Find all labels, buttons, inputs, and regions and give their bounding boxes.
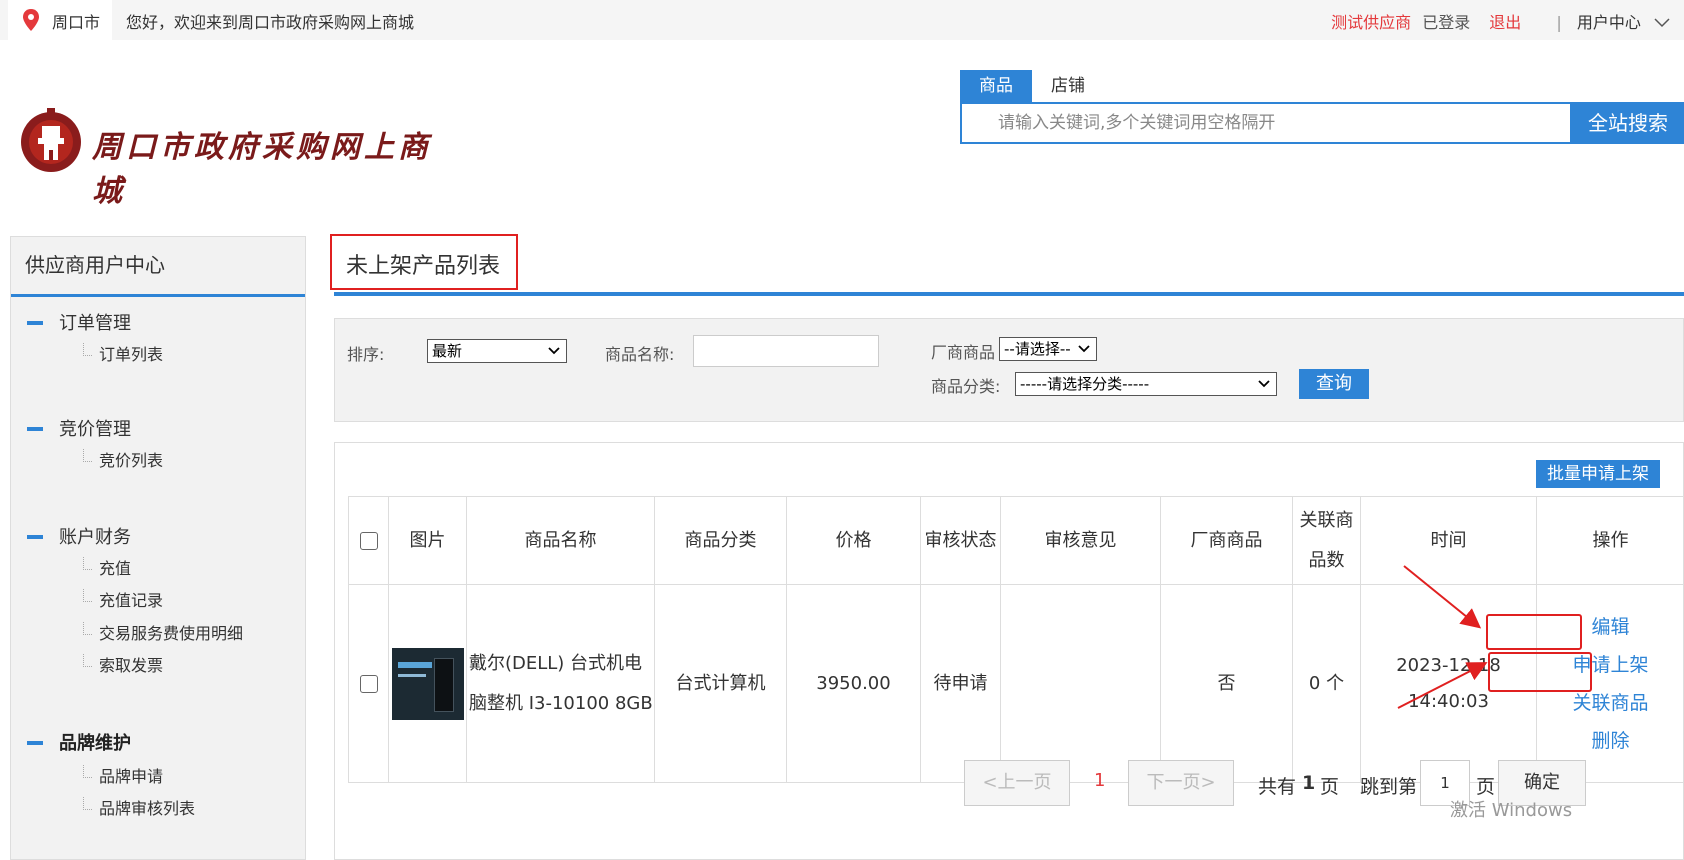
row-select-cell <box>348 584 389 783</box>
vendor-product-select[interactable]: --请选择-- <box>999 337 1097 361</box>
related-count: 0 个 <box>1292 584 1361 783</box>
location-pin-icon <box>23 9 39 31</box>
review-opinion <box>1000 584 1161 783</box>
jump-label: 跳到第 <box>1360 776 1418 798</box>
page-title: 未上架产品列表 <box>346 254 501 279</box>
sort-select-value: 最新 <box>432 342 463 360</box>
query-button[interactable]: 查询 <box>1299 369 1369 399</box>
column-header: 时间 <box>1360 496 1537 585</box>
sort-label: 排序: <box>347 345 385 364</box>
sidebar-item-order-list[interactable]: 订单列表 <box>82 341 163 365</box>
sidebar-group-label[interactable]: 品牌维护 <box>59 729 131 755</box>
site-name: 周口市政府采购网上商城 <box>92 130 432 209</box>
windows-activation-watermark: 激活 Windows <box>1450 800 1573 821</box>
title-underline <box>334 292 1684 296</box>
total-pages-prefix: 共有 <box>1258 776 1297 798</box>
product-name-label: 商品名称: <box>605 345 675 364</box>
sidebar-item-recharge-records[interactable]: 充值记录 <box>82 587 163 611</box>
filter-panel: 排序: 最新 商品名称: 厂商商品 --请选择-- 商品分类: -----请选择… <box>334 318 1684 422</box>
top-right-links: 测试供应商 已登录 退出 | 用户中心 <box>1331 9 1670 33</box>
dash-icon <box>27 535 43 539</box>
total-pages-suffix: 页 <box>1320 776 1340 798</box>
column-header: 审核意见 <box>1000 496 1161 585</box>
sidebar-item-bidding-list[interactable]: 竞价列表 <box>82 447 163 471</box>
divider: | <box>1556 13 1562 32</box>
tab-products[interactable]: 商品 <box>960 70 1032 102</box>
thumbnail-banner <box>397 661 432 668</box>
category-select[interactable]: -----请选择分类----- <box>1015 372 1277 396</box>
product-name[interactable]: 戴尔(DELL) 台式机电脑整机 I3-10100 8GB <box>466 584 655 783</box>
product-name-input[interactable] <box>693 335 879 367</box>
thumbnail-cell <box>388 584 467 783</box>
batch-apply-listing-button[interactable]: 批量申请上架 <box>1536 460 1660 488</box>
logged-in-status: 已登录 <box>1422 13 1471 32</box>
supplier-name-link[interactable]: 测试供应商 <box>1331 9 1411 33</box>
header-select-all <box>348 496 389 585</box>
sidebar-group-label[interactable]: 账户财务 <box>59 523 131 549</box>
dash-icon <box>27 321 43 325</box>
chevron-down-icon <box>1078 345 1090 353</box>
search-input[interactable] <box>962 104 1568 142</box>
tab-shops[interactable]: 店铺 <box>1032 70 1104 102</box>
top-bar: 周口市 您好，欢迎来到周口市政府采购网上商城 测试供应商 已登录 退出 | 用户… <box>0 0 1684 40</box>
city-name: 周口市 <box>52 13 101 32</box>
column-header: 价格 <box>786 496 921 585</box>
select-all-checkbox[interactable] <box>359 531 378 550</box>
delete-link[interactable]: 删除 <box>1537 722 1684 760</box>
product-thumbnail[interactable] <box>391 647 464 720</box>
chevron-down-icon <box>548 347 560 355</box>
chevron-down-icon[interactable] <box>1654 18 1670 28</box>
welcome-text: 您好，欢迎来到周口市政府采购网上商城 <box>126 13 415 32</box>
vendor-product: 否 <box>1160 584 1293 783</box>
sidebar-title: 供应商用户中心 <box>11 237 305 297</box>
table-header-row: 图片 商品名称 商品分类 价格 审核状态 审核意见 厂商商品 关联商品数 时间 … <box>348 496 1684 585</box>
sidebar-item-invoice[interactable]: 索取发票 <box>82 652 163 676</box>
logout-link[interactable]: 退出 <box>1489 9 1521 33</box>
sidebar-group-label[interactable]: 竞价管理 <box>59 415 131 441</box>
sidebar-item-brand-apply[interactable]: 品牌申请 <box>82 763 163 787</box>
sidebar: 供应商用户中心 订单管理 订单列表 竞价管理 竞价列表 账户财务 充值 充值记录… <box>10 236 306 860</box>
column-header: 商品名称 <box>466 496 655 585</box>
dash-icon <box>27 741 43 745</box>
product-category: 台式计算机 <box>654 584 787 783</box>
sort-select[interactable]: 最新 <box>427 339 567 363</box>
city-selector[interactable]: 周口市 <box>8 0 112 40</box>
next-page-button[interactable]: 下一页> <box>1128 760 1234 806</box>
total-pages-count: 1 <box>1302 772 1316 794</box>
vendor-product-select-value: --请选择-- <box>1004 340 1071 358</box>
column-header: 图片 <box>388 496 467 585</box>
column-header: 厂商商品 <box>1160 496 1293 585</box>
current-page[interactable]: 1 <box>1094 770 1105 791</box>
search-box: 全站搜索 <box>960 102 1684 144</box>
table-row: 戴尔(DELL) 台式机电脑整机 I3-10100 8GB 台式计算机 3950… <box>348 584 1684 783</box>
sidebar-item-brand-review-list[interactable]: 品牌审核列表 <box>82 795 195 819</box>
site-logo[interactable]: 周口市政府采购网上商城 <box>18 104 458 209</box>
highlight-box <box>1488 652 1592 692</box>
sidebar-group-label[interactable]: 订单管理 <box>59 309 131 335</box>
column-header: 操作 <box>1536 496 1684 585</box>
product-price: 3950.00 <box>786 584 921 783</box>
site-search-button[interactable]: 全站搜索 <box>1570 102 1684 144</box>
product-table: 图片 商品名称 商品分类 价格 审核状态 审核意见 厂商商品 关联商品数 时间 … <box>348 496 1684 783</box>
chevron-down-icon <box>1258 380 1270 388</box>
sidebar-item-service-fee-details[interactable]: 交易服务费使用明细 <box>82 620 243 644</box>
pc-tower-image <box>433 657 454 712</box>
category-label: 商品分类: <box>931 377 1001 396</box>
column-header: 关联商品数 <box>1292 496 1361 585</box>
highlight-box <box>1486 614 1582 650</box>
row-checkbox[interactable] <box>359 674 378 693</box>
vendor-product-label: 厂商商品 <box>931 343 996 362</box>
jump-suffix: 页 <box>1476 776 1496 798</box>
user-center-menu[interactable]: 用户中心 <box>1577 9 1641 33</box>
review-status: 待申请 <box>920 584 1001 783</box>
dash-icon <box>27 427 43 431</box>
prev-page-button[interactable]: <上一页 <box>964 760 1070 806</box>
column-header: 审核状态 <box>920 496 1001 585</box>
column-header: 商品分类 <box>654 496 787 585</box>
thumbnail-banner <box>397 673 426 677</box>
sidebar-item-recharge[interactable]: 充值 <box>82 555 131 579</box>
category-select-value: -----请选择分类----- <box>1020 375 1150 393</box>
city-emblem-icon <box>21 108 81 172</box>
